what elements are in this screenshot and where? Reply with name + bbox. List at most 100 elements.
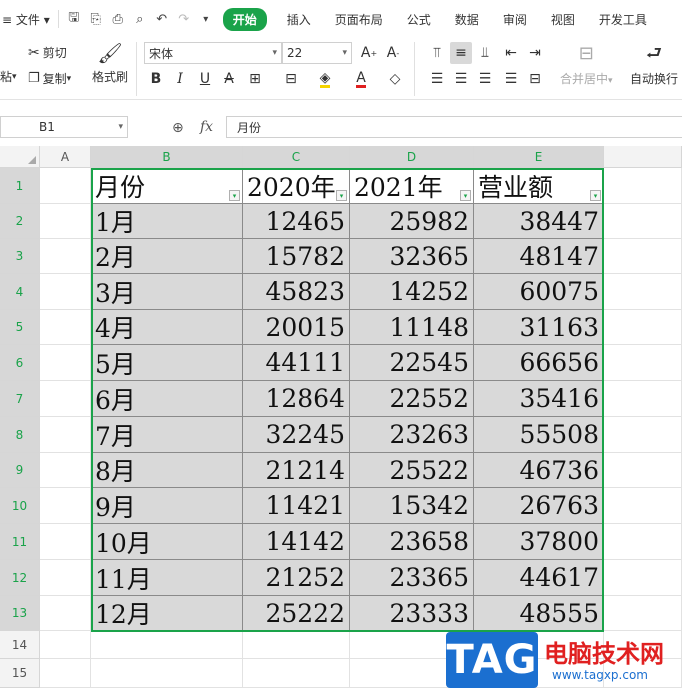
table-cell[interactable]: 11148 — [350, 310, 474, 345]
table-cell[interactable]: 23263 — [350, 417, 474, 453]
table-cell[interactable]: 7月 — [91, 417, 243, 453]
table-cell[interactable]: 60075 — [474, 274, 604, 310]
merge-center-button[interactable]: ⊟ 合并居中▾ — [560, 42, 613, 87]
column-header-b[interactable]: B — [91, 146, 243, 168]
table-cell[interactable]: 48147 — [474, 239, 604, 274]
table-cell[interactable]: 15342 — [350, 488, 474, 524]
table-cell[interactable]: 15782 — [243, 239, 350, 274]
table-cell[interactable]: 25522 — [350, 453, 474, 488]
table-cell[interactable]: 2月 — [91, 239, 243, 274]
font-color-icon[interactable]: A — [350, 68, 372, 90]
align-top-icon[interactable]: ⫪ — [426, 42, 448, 64]
table-header-cell[interactable]: 营业额 ▾ — [474, 168, 604, 204]
tab-review[interactable]: 审阅 — [491, 11, 539, 28]
row-header[interactable]: 4 — [0, 274, 40, 310]
cell-empty[interactable] — [604, 274, 682, 310]
table-cell[interactable]: 1月 — [91, 204, 243, 239]
borders-icon[interactable]: ⊞ — [244, 68, 266, 90]
cell-empty[interactable] — [604, 596, 682, 631]
justify-icon[interactable]: ☰ — [500, 68, 522, 90]
italic-icon[interactable]: I — [169, 68, 191, 90]
cell-empty[interactable] — [604, 310, 682, 345]
table-header-cell[interactable]: 月份 ▾ — [91, 168, 243, 204]
cell-empty[interactable] — [604, 453, 682, 488]
row-header[interactable]: 12 — [0, 560, 40, 596]
zoom-icon[interactable]: ⊕ — [172, 120, 184, 136]
align-center-icon[interactable]: ☰ — [450, 68, 472, 90]
table-cell[interactable]: 31163 — [474, 310, 604, 345]
cell-empty[interactable] — [604, 345, 682, 381]
cell-empty[interactable] — [40, 204, 91, 239]
table-cell[interactable]: 22545 — [350, 345, 474, 381]
table-cell[interactable]: 8月 — [91, 453, 243, 488]
table-cell[interactable]: 3月 — [91, 274, 243, 310]
select-all-corner[interactable] — [0, 146, 40, 168]
tab-formulas[interactable]: 公式 — [395, 11, 443, 28]
cell-empty[interactable] — [40, 274, 91, 310]
column-header-a[interactable]: A — [40, 146, 91, 168]
table-cell[interactable]: 46736 — [474, 453, 604, 488]
table-cell[interactable]: 9月 — [91, 488, 243, 524]
print-preview-icon[interactable]: ⌕ — [129, 9, 151, 29]
row-header[interactable]: 13 — [0, 596, 40, 631]
column-header-e[interactable]: E — [474, 146, 604, 168]
align-bottom-icon[interactable]: ⫫ — [474, 42, 496, 64]
filter-dropdown-icon[interactable]: ▾ — [460, 190, 471, 201]
redo-icon[interactable]: ↷ — [173, 9, 195, 29]
table-cell[interactable]: 12465 — [243, 204, 350, 239]
table-cell[interactable]: 44617 — [474, 560, 604, 596]
tab-insert[interactable]: 插入 — [275, 11, 323, 28]
table-cell[interactable]: 21214 — [243, 453, 350, 488]
save-icon[interactable]: 🖫 — [63, 9, 85, 29]
table-cell[interactable]: 11月 — [91, 560, 243, 596]
cell-empty[interactable] — [243, 631, 350, 659]
table-cell[interactable]: 25982 — [350, 204, 474, 239]
row-header[interactable]: 10 — [0, 488, 40, 524]
format-painter-button[interactable]: 🖌 格式刷 — [92, 40, 128, 85]
cell-empty[interactable] — [604, 204, 682, 239]
table-cell[interactable]: 26763 — [474, 488, 604, 524]
insert-function-button[interactable]: fx — [200, 119, 213, 135]
cell-empty[interactable] — [40, 488, 91, 524]
table-cell[interactable]: 45823 — [243, 274, 350, 310]
formula-input[interactable]: 月份 — [226, 116, 682, 138]
filter-dropdown-icon[interactable]: ▾ — [590, 190, 601, 201]
cell-empty[interactable] — [604, 524, 682, 560]
table-cell[interactable]: 32245 — [243, 417, 350, 453]
table-cell[interactable]: 48555 — [474, 596, 604, 631]
row-header[interactable]: 11 — [0, 524, 40, 560]
font-size-select[interactable]: 22 ▾ — [282, 42, 352, 64]
column-header-f[interactable] — [604, 146, 682, 168]
table-cell[interactable]: 12月 — [91, 596, 243, 631]
row-header[interactable]: 9 — [0, 453, 40, 488]
increase-font-icon[interactable]: A + — [358, 42, 380, 64]
table-cell[interactable]: 14142 — [243, 524, 350, 560]
table-cell[interactable]: 21252 — [243, 560, 350, 596]
tab-home[interactable]: 开始 — [222, 7, 267, 31]
table-cell[interactable]: 4月 — [91, 310, 243, 345]
table-cell[interactable]: 23365 — [350, 560, 474, 596]
tab-view[interactable]: 视图 — [539, 11, 587, 28]
table-cell[interactable]: 14252 — [350, 274, 474, 310]
underline-icon[interactable]: U — [194, 68, 216, 90]
filter-dropdown-icon[interactable]: ▾ — [229, 190, 240, 201]
cell-empty[interactable] — [91, 659, 243, 688]
copy-button[interactable]: ❐ 复制 ▾ — [28, 70, 71, 87]
table-cell[interactable]: 35416 — [474, 381, 604, 417]
filter-dropdown-icon[interactable]: ▾ — [336, 190, 347, 201]
wrap-text-button[interactable]: ⮐ 自动换行 — [630, 42, 678, 87]
cell-empty[interactable] — [40, 417, 91, 453]
increase-indent-icon[interactable]: ⇥ — [524, 42, 546, 64]
table-cell[interactable]: 12864 — [243, 381, 350, 417]
cell-empty[interactable] — [604, 488, 682, 524]
row-header[interactable]: 14 — [0, 631, 40, 659]
customize-toolbar-icon[interactable]: ▾ — [195, 9, 217, 29]
cell-empty[interactable] — [604, 381, 682, 417]
row-header[interactable]: 5 — [0, 310, 40, 345]
cell-empty[interactable] — [40, 239, 91, 274]
cell-empty[interactable] — [40, 381, 91, 417]
row-header[interactable]: 1 — [0, 168, 40, 204]
table-cell[interactable]: 22552 — [350, 381, 474, 417]
table-cell[interactable]: 55508 — [474, 417, 604, 453]
table-cell[interactable]: 23333 — [350, 596, 474, 631]
